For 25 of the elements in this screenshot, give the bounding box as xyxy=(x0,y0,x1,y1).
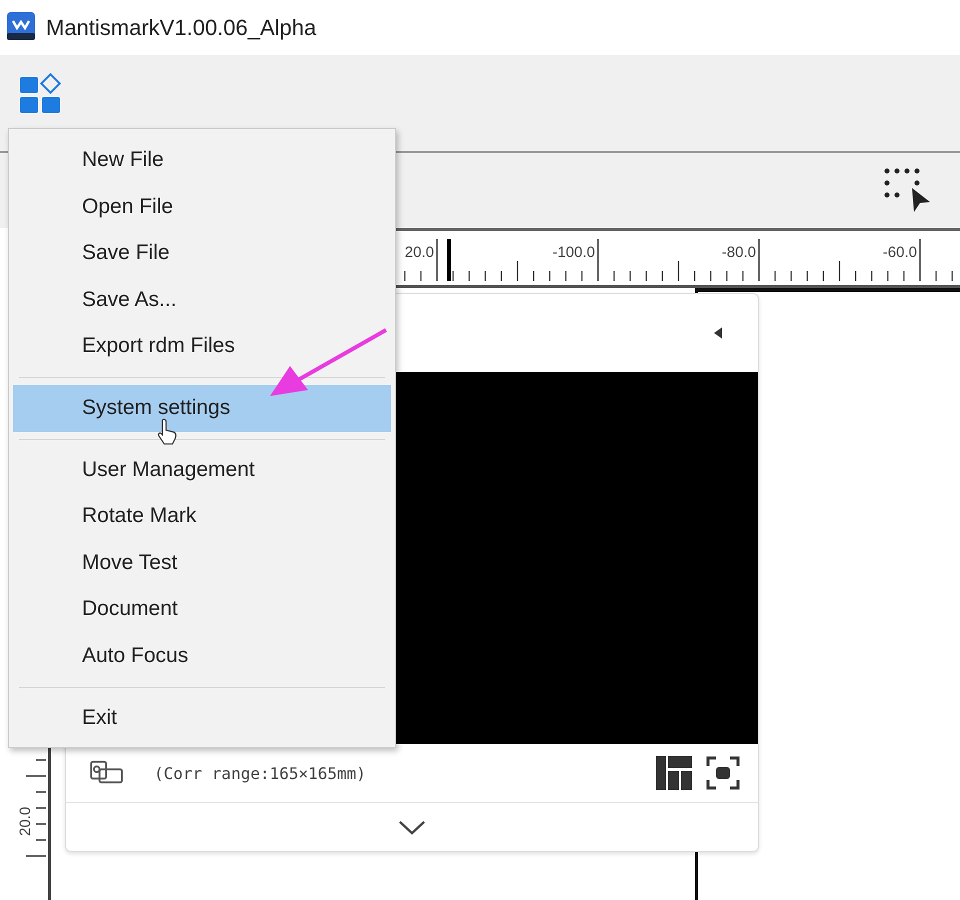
window-title: MantismarkV1.00.06_Alpha xyxy=(46,14,316,40)
menu-item[interactable]: Auto Focus xyxy=(13,632,391,680)
menu-item[interactable]: Exit xyxy=(13,694,391,742)
range-text: (Corr range:165×165mm) xyxy=(154,764,366,782)
mouse-cursor-icon xyxy=(156,418,178,446)
menu-item[interactable]: User Management xyxy=(13,446,391,494)
menu-item[interactable]: New File xyxy=(13,137,391,184)
menu-item[interactable]: Export rdm Files xyxy=(13,323,391,370)
app-logo-icon xyxy=(6,10,36,40)
menu-item[interactable]: Save As... xyxy=(13,276,391,324)
menu-item[interactable]: System settings xyxy=(13,384,391,432)
focus-icon[interactable] xyxy=(706,756,740,790)
ruler-label: -100.0 xyxy=(552,244,595,261)
collapse-icon[interactable] xyxy=(714,327,722,339)
menu-item[interactable]: Rotate Mark xyxy=(13,493,391,540)
menu-item[interactable]: Document xyxy=(13,586,391,633)
menu-item[interactable]: Save File xyxy=(13,230,391,277)
menu-item[interactable]: Open File xyxy=(13,184,391,230)
ruler-label: 20.0 xyxy=(17,806,34,836)
ruler-label: 20.0 xyxy=(404,244,434,261)
ruler-label: -80.0 xyxy=(722,244,756,261)
chevron-down-icon[interactable] xyxy=(398,820,426,834)
ruler-label: -60.0 xyxy=(882,244,917,261)
layout-icon[interactable] xyxy=(656,756,692,790)
menu-item[interactable]: Move Test xyxy=(13,540,391,586)
